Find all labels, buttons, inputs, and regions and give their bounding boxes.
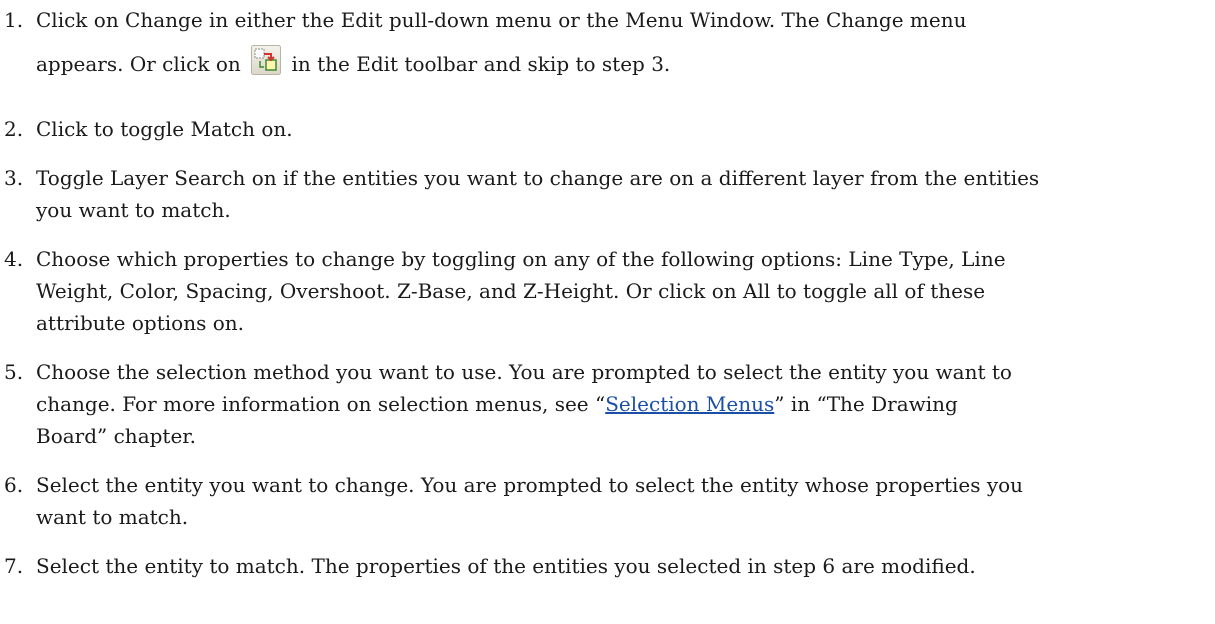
step-line: Select the entity to match. The properti… (36, 554, 976, 578)
step-line: appears. Or click on in the Edit toolbar… (36, 36, 1196, 92)
step-text-segment: appears. Or click on (36, 52, 241, 76)
step-number: 5. (4, 360, 24, 384)
step-line: you want to match. (36, 198, 231, 222)
change-match-toolbar-icon (251, 40, 282, 75)
step-line: Weight, Color, Spacing, Overshoot. Z-Bas… (36, 279, 986, 303)
step-text: Select the entity you want to change. Yo… (36, 469, 1196, 533)
step-text: Select the entity to match. The properti… (36, 550, 1196, 582)
step-line: Board” chapter. (36, 424, 197, 448)
step-line: want to match. (36, 505, 189, 529)
step-text-segment: ” in “The Drawing (774, 392, 958, 416)
step-text: Toggle Layer Search on if the entities y… (36, 162, 1196, 226)
step-line: Click on Change in either the Edit pull-… (36, 8, 967, 32)
step-number: 7. (4, 554, 24, 578)
step-text: Choose the selection method you want to … (36, 356, 1196, 452)
step-text-segment: change. For more information on selectio… (36, 392, 606, 416)
step-line: Choose which properties to change by tog… (36, 247, 1006, 271)
step-number: 3. (4, 166, 24, 190)
step-text: Choose which properties to change by tog… (36, 243, 1196, 339)
step-text: Click to toggle Match on. (36, 113, 1196, 145)
step-line: Toggle Layer Search on if the entities y… (36, 166, 1040, 190)
step-line: Choose the selection method you want to … (36, 360, 1012, 384)
step-number: 6. (4, 473, 24, 497)
step-text-segment: in the Edit toolbar and skip to step 3. (291, 52, 671, 76)
step-line: change. For more information on selectio… (36, 388, 1196, 420)
step-line: attribute options on. (36, 311, 244, 335)
step-number: 4. (4, 247, 24, 271)
step-number: 1. (4, 8, 24, 32)
step-number: 2. (4, 117, 24, 141)
step-text: Click on Change in either the Edit pull-… (36, 4, 1196, 92)
step-line: Select the entity you want to change. Yo… (36, 473, 1024, 497)
selection-menus-link[interactable]: Selection Menus (605, 392, 774, 416)
step-line: Click to toggle Match on. (36, 117, 293, 141)
